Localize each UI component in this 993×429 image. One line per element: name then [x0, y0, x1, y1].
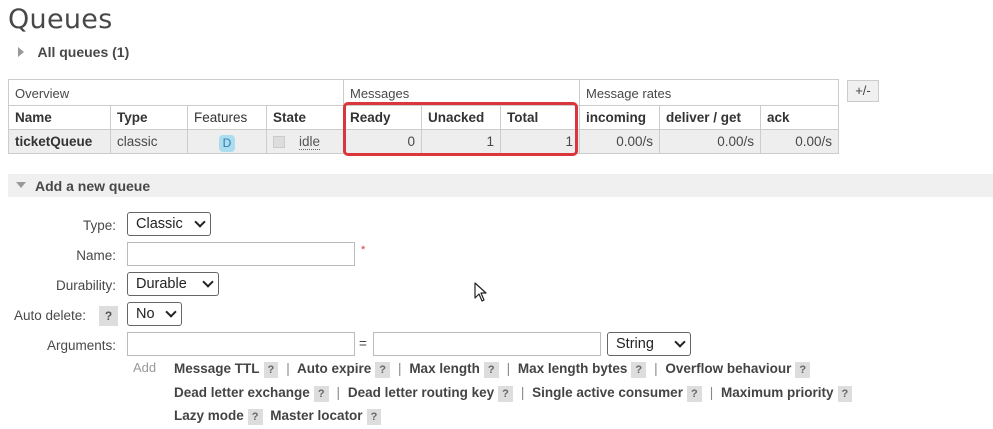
col-state[interactable]: State [266, 105, 344, 130]
help-button[interactable]: ? [483, 362, 499, 378]
help-button[interactable]: ? [837, 386, 853, 402]
auto-delete-label: Auto delete: [14, 308, 87, 323]
queue-type-select[interactable]: Classic [127, 212, 211, 236]
argument-shortcuts-line-3: Lazy mode? Master locator? [174, 404, 385, 428]
separator: | [286, 361, 290, 376]
collapse-arrow-icon [16, 182, 26, 188]
auto-delete-value: No [136, 306, 155, 322]
separator: | [709, 385, 714, 400]
shortcut-maximum-priority[interactable]: Maximum priority [721, 385, 834, 400]
help-button[interactable]: ? [498, 386, 513, 402]
argument-key-input[interactable] [127, 332, 355, 356]
chevron-down-icon [202, 276, 214, 288]
durability-select[interactable]: Durable [127, 272, 219, 296]
shortcut-auto-expire[interactable]: Auto expire [297, 361, 371, 376]
shortcut-max-length-bytes[interactable]: Max length bytes [518, 361, 628, 376]
col-name[interactable]: Name [8, 105, 111, 130]
messages-highlight-box [343, 102, 578, 156]
shortcut-message-ttl[interactable]: Message TTL [174, 361, 260, 376]
expand-arrow-icon [18, 47, 24, 57]
equals-sign: = [359, 336, 367, 351]
auto-delete-select[interactable]: No [127, 302, 182, 326]
add-label: Add [133, 360, 157, 375]
help-button[interactable]: ? [686, 386, 702, 402]
shortcut-single-active-consumer[interactable]: Single active consumer [532, 385, 683, 400]
queue-name-input[interactable] [127, 242, 355, 266]
shortcut-lazy-mode[interactable]: Lazy mode [174, 408, 244, 423]
required-marker: * [361, 244, 366, 256]
state-label: idle [299, 134, 321, 150]
queue-features: D [187, 129, 267, 154]
arguments-label: Arguments: [46, 338, 116, 353]
name-label: Name: [76, 248, 116, 263]
queue-type: classic [110, 129, 188, 154]
col-type[interactable]: Type [110, 105, 188, 130]
state-indicator-icon [273, 136, 285, 149]
separator: | [336, 385, 341, 400]
argument-value-input[interactable] [373, 332, 601, 356]
type-label: Type: [82, 218, 116, 233]
all-queues-label: All queues (1) [37, 44, 130, 60]
durable-feature-badge: D [218, 134, 236, 152]
col-ack[interactable]: ack [760, 105, 839, 130]
col-features[interactable]: Features [187, 105, 267, 130]
help-button[interactable]: ? [366, 409, 382, 425]
argument-type-value: String [616, 336, 654, 352]
auto-delete-help-button[interactable]: ? [99, 306, 118, 326]
add-queue-toggle[interactable]: Add a new queue [8, 174, 993, 197]
chevron-down-icon [165, 306, 177, 318]
separator: | [506, 361, 511, 376]
durability-value: Durable [136, 276, 187, 292]
help-button[interactable]: ? [631, 362, 647, 378]
mouse-cursor-icon [474, 282, 487, 302]
col-deliver-get[interactable]: deliver / get [659, 105, 761, 130]
queue-name-link[interactable]: ticketQueue [8, 129, 111, 154]
queue-state: idle [266, 129, 344, 154]
col-incoming[interactable]: incoming [579, 105, 660, 130]
all-queues-toggle[interactable]: All queues (1) [18, 44, 129, 62]
group-message-rates: Message rates [579, 79, 839, 106]
help-button[interactable]: ? [263, 362, 279, 378]
help-button[interactable]: ? [795, 362, 811, 378]
chevron-down-icon [674, 336, 686, 348]
page-title: Queues [8, 4, 113, 35]
queue-type-value: Classic [136, 216, 183, 232]
shortcut-master-locator[interactable]: Master locator [270, 408, 362, 423]
help-button[interactable]: ? [247, 409, 263, 425]
group-overview: Overview [8, 79, 344, 106]
column-toggle-button[interactable]: +/- [847, 80, 879, 102]
argument-shortcuts-line-1: Message TTL? | Auto expire? | Max length? |… [174, 357, 814, 381]
durability-label: Durability: [55, 278, 116, 293]
help-button[interactable]: ? [313, 386, 329, 402]
separator: | [398, 361, 402, 376]
separator: | [654, 361, 658, 376]
shortcut-max-length[interactable]: Max length [409, 361, 480, 376]
deliver-get-rate: 0.00/s [659, 129, 761, 154]
chevron-down-icon [194, 216, 206, 228]
incoming-rate: 0.00/s [579, 129, 660, 154]
help-button[interactable]: ? [375, 362, 391, 378]
argument-type-select[interactable]: String [607, 332, 691, 356]
shortcut-dead-letter-exchange[interactable]: Dead letter exchange [174, 385, 310, 400]
shortcut-overflow-behaviour[interactable]: Overflow behaviour [665, 361, 791, 376]
ack-rate: 0.00/s [760, 129, 839, 154]
shortcut-dead-letter-routing-key[interactable]: Dead letter routing key [348, 385, 494, 400]
separator: | [520, 385, 525, 400]
argument-shortcuts-line-2: Dead letter exchange? | Dead letter routi… [174, 381, 856, 405]
add-queue-header: Add a new queue [35, 178, 151, 194]
